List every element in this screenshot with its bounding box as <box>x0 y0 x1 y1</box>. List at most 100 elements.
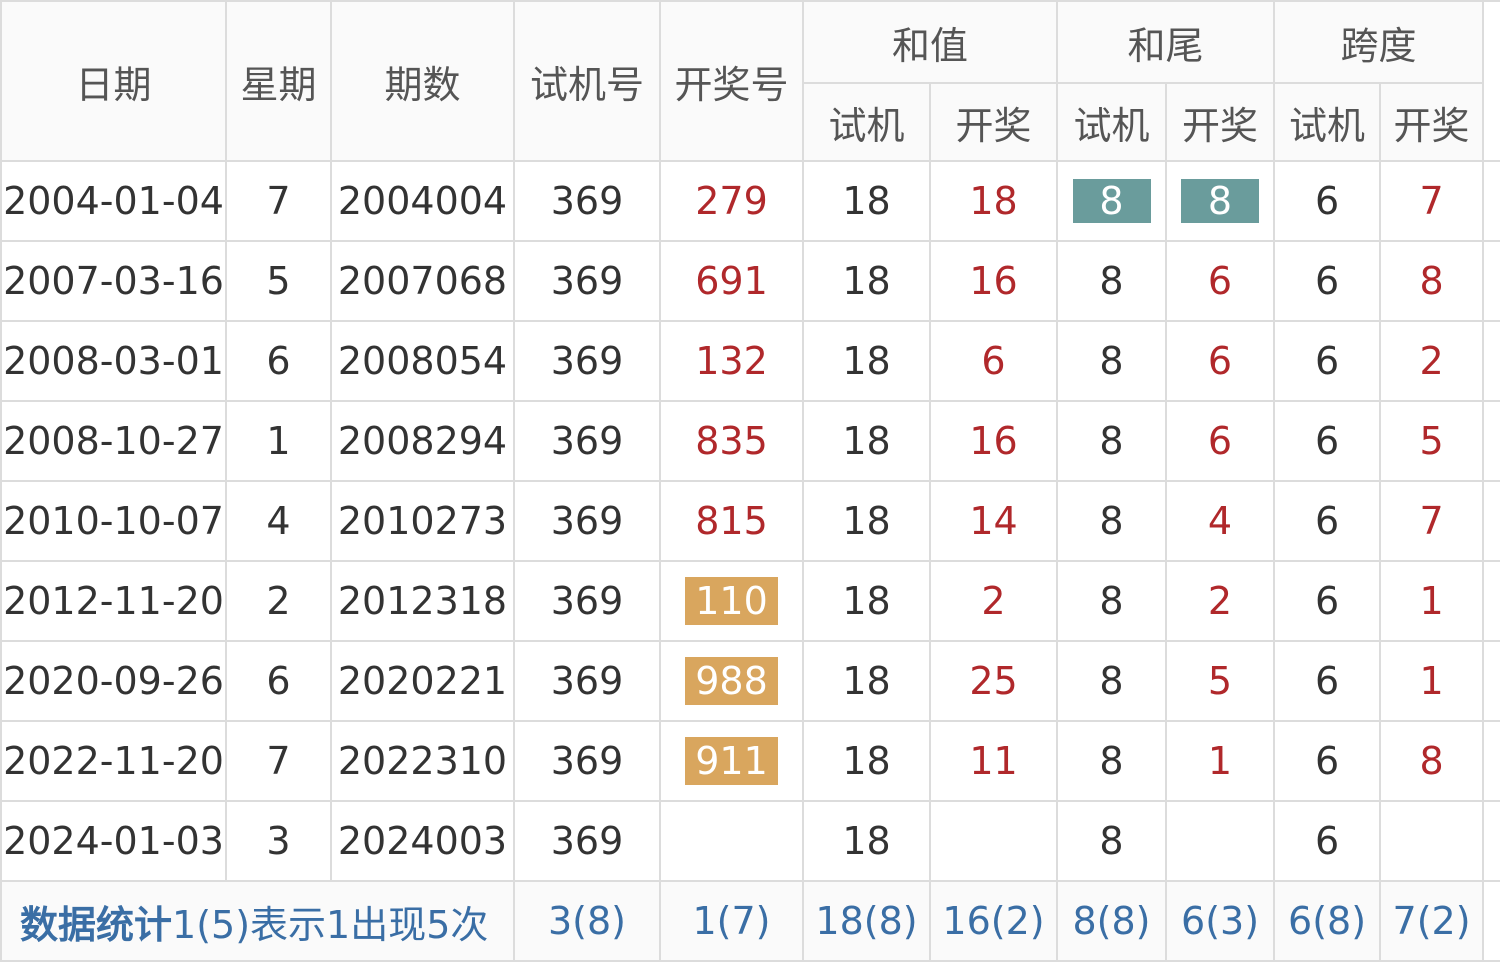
table-edge <box>1482 0 1500 162</box>
draw-number-cell: 110 <box>659 560 804 642</box>
sum-trial-cell: 18 <box>802 720 931 802</box>
stats-note: 1(5)表示1出现5次 <box>172 902 489 947</box>
tail-draw-cell: 4 <box>1165 480 1276 562</box>
trial-number-cell: 369 <box>513 720 661 802</box>
draw-highlight-badge: 911 <box>685 737 778 785</box>
sum-trial-cell: 18 <box>802 160 931 242</box>
table-row: 2020-09-26 6 2020221 369 988 18 25 8 5 6… <box>0 640 1500 722</box>
tail-draw-cell: 5 <box>1165 640 1276 722</box>
table-row: 2007-03-16 5 2007068 369 691 18 16 8 6 6… <box>0 240 1500 322</box>
sum-draw-cell: 11 <box>928 720 1059 802</box>
tail-trial-cell: 8 <box>1056 480 1168 562</box>
span-trial-cell: 6 <box>1273 240 1382 322</box>
tail-draw-cell <box>1165 800 1276 882</box>
tail-draw-cell: 6 <box>1165 320 1276 402</box>
header-span-draw: 开奖 <box>1379 82 1485 162</box>
stats-tail-trial: 8(8) <box>1056 880 1168 962</box>
sum-draw-cell: 18 <box>928 160 1059 242</box>
table-row: 2008-03-01 6 2008054 369 132 18 6 8 6 6 … <box>0 320 1500 402</box>
weekday-cell: 7 <box>225 160 332 242</box>
header-sum-draw: 开奖 <box>928 82 1059 162</box>
draw-highlight-badge: 110 <box>685 577 778 625</box>
span-draw-cell: 8 <box>1379 720 1485 802</box>
span-draw-cell <box>1379 800 1485 882</box>
table-edge <box>1482 160 1500 242</box>
stats-trial: 3(8) <box>513 880 661 962</box>
date-cell: 2007-03-16 <box>0 240 227 322</box>
stats-tail-draw: 6(3) <box>1165 880 1276 962</box>
header-trial-number: 试机号 <box>513 0 661 162</box>
weekday-cell: 2 <box>225 560 332 642</box>
trial-number-cell: 369 <box>513 320 661 402</box>
span-trial-cell: 6 <box>1273 640 1382 722</box>
sum-draw-cell: 6 <box>928 320 1059 402</box>
tail-draw-cell: 2 <box>1165 560 1276 642</box>
table-row: 2004-01-04 7 2004004 369 279 18 18 8 8 6… <box>0 160 1500 242</box>
weekday-cell: 7 <box>225 720 332 802</box>
table-edge <box>1482 240 1500 322</box>
sum-trial-cell: 18 <box>802 640 931 722</box>
header-tail-draw: 开奖 <box>1165 82 1276 162</box>
tail-trial-cell: 8 <box>1056 640 1168 722</box>
sum-trial-cell: 18 <box>802 240 931 322</box>
span-draw-cell: 7 <box>1379 160 1485 242</box>
sum-draw-cell: 14 <box>928 480 1059 562</box>
tail-trial-cell: 8 <box>1056 240 1168 322</box>
tail-trial-cell: 8 <box>1056 560 1168 642</box>
tail-draw-cell: 6 <box>1165 240 1276 322</box>
sum-trial-cell: 18 <box>802 400 931 482</box>
trial-number-cell: 369 <box>513 400 661 482</box>
table-edge <box>1482 880 1500 962</box>
weekday-cell: 5 <box>225 240 332 322</box>
draw-number-cell: 279 <box>659 160 804 242</box>
issue-cell: 2010273 <box>330 480 515 562</box>
issue-cell: 2007068 <box>330 240 515 322</box>
date-cell: 2024-01-03 <box>0 800 227 882</box>
stats-draw: 1(7) <box>659 880 804 962</box>
stats-span-trial: 6(8) <box>1273 880 1382 962</box>
header-date: 日期 <box>0 0 227 162</box>
span-trial-cell: 6 <box>1273 320 1382 402</box>
tail-draw-cell: 8 <box>1165 160 1276 242</box>
draw-number-cell: 815 <box>659 480 804 562</box>
tail-draw-cell: 6 <box>1165 400 1276 482</box>
stats-span-draw: 7(2) <box>1379 880 1485 962</box>
header-sum-group: 和值 <box>801 0 1059 84</box>
sum-trial-cell: 18 <box>802 800 931 882</box>
draw-number-cell: 988 <box>659 640 804 722</box>
date-cell: 2022-11-20 <box>0 720 227 802</box>
span-draw-cell: 8 <box>1379 240 1485 322</box>
weekday-cell: 6 <box>225 320 332 402</box>
header-row-top: 日期 星期 期数 试机号 开奖号 和值 和尾 跨度 <box>0 0 1500 162</box>
header-draw-number: 开奖号 <box>659 0 804 162</box>
table-row: 2022-11-20 7 2022310 369 911 18 11 8 1 6… <box>0 720 1500 802</box>
stats-title: 数据统计 <box>20 902 173 947</box>
weekday-cell: 1 <box>225 400 332 482</box>
tail-trial-cell: 8 <box>1056 720 1168 802</box>
date-cell: 2010-10-07 <box>0 480 227 562</box>
trial-number-cell: 369 <box>513 560 661 642</box>
weekday-cell: 3 <box>225 800 332 882</box>
trial-number-cell: 369 <box>513 640 661 722</box>
table-edge <box>1482 320 1500 402</box>
sum-draw-cell: 25 <box>928 640 1059 722</box>
issue-cell: 2020221 <box>330 640 515 722</box>
sum-trial-cell: 18 <box>802 320 931 402</box>
header-span-group: 跨度 <box>1273 0 1485 84</box>
history-table: 日期 星期 期数 试机号 开奖号 和值 和尾 跨度 试机 开奖 试机 开奖 试机… <box>0 0 1500 962</box>
table-edge <box>1482 560 1500 642</box>
table-row: 2012-11-20 2 2012318 369 110 18 2 8 2 6 … <box>0 560 1500 642</box>
span-draw-cell: 1 <box>1379 640 1485 722</box>
issue-cell: 2022310 <box>330 720 515 802</box>
span-trial-cell: 6 <box>1273 160 1382 242</box>
span-trial-cell: 6 <box>1273 800 1382 882</box>
issue-cell: 2008294 <box>330 400 515 482</box>
table-row: 2008-10-27 1 2008294 369 835 18 16 8 6 6… <box>0 400 1500 482</box>
span-trial-cell: 6 <box>1273 400 1382 482</box>
table-edge <box>1482 720 1500 802</box>
table-edge <box>1482 480 1500 562</box>
header-tail-group: 和尾 <box>1056 0 1276 84</box>
sum-draw-cell: 2 <box>928 560 1059 642</box>
issue-cell: 2008054 <box>330 320 515 402</box>
draw-number-cell: 691 <box>659 240 804 322</box>
